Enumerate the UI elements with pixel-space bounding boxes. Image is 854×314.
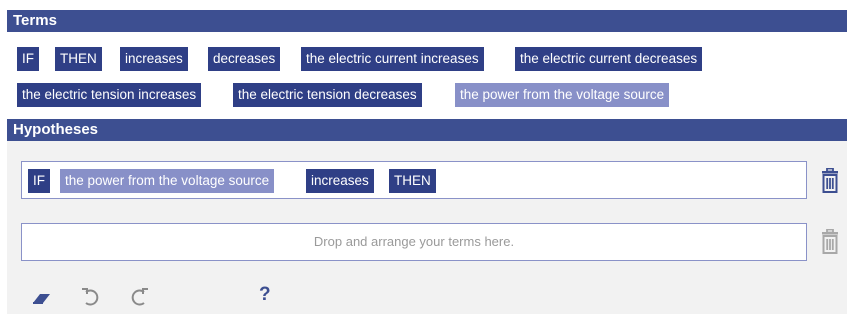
hypothesis-chip-power-voltage-source[interactable]: the power from the voltage source [60, 169, 275, 193]
term-chip-power-voltage-source[interactable]: the power from the voltage source [455, 83, 670, 107]
term-chip-then[interactable]: THEN [55, 47, 102, 71]
hypothesis-drop-zone[interactable]: Drop and arrange your terms here. [21, 223, 807, 261]
hypothesis-row[interactable]: IF the power from the voltage source inc… [21, 161, 807, 199]
term-chip-if[interactable]: IF [17, 47, 39, 71]
drop-placeholder: Drop and arrange your terms here. [313, 234, 515, 249]
redo-icon[interactable] [128, 286, 150, 308]
hypothesis-chip-then[interactable]: THEN [389, 169, 436, 193]
undo-icon[interactable] [80, 286, 102, 308]
hypothesis-chip-increases[interactable]: increases [306, 169, 374, 193]
hypothesis-chip-if[interactable]: IF [28, 169, 50, 193]
term-chip-increases[interactable]: increases [120, 47, 188, 71]
term-chip-tension-decreases[interactable]: the electric tension decreases [233, 83, 422, 107]
help-button[interactable]: ? [259, 284, 271, 306]
terms-panel: IF THEN increases decreases the electric… [7, 32, 847, 119]
term-chip-current-increases[interactable]: the electric current increases [301, 47, 484, 71]
eraser-icon[interactable] [30, 286, 52, 308]
hypotheses-header: Hypotheses [7, 119, 847, 141]
terms-header: Terms [7, 10, 847, 32]
term-chip-tension-increases[interactable]: the electric tension increases [17, 83, 202, 107]
trash-icon[interactable] [820, 228, 840, 255]
term-chip-decreases[interactable]: decreases [208, 47, 281, 71]
term-chip-current-decreases[interactable]: the electric current decreases [515, 47, 703, 71]
trash-icon[interactable] [820, 167, 840, 194]
